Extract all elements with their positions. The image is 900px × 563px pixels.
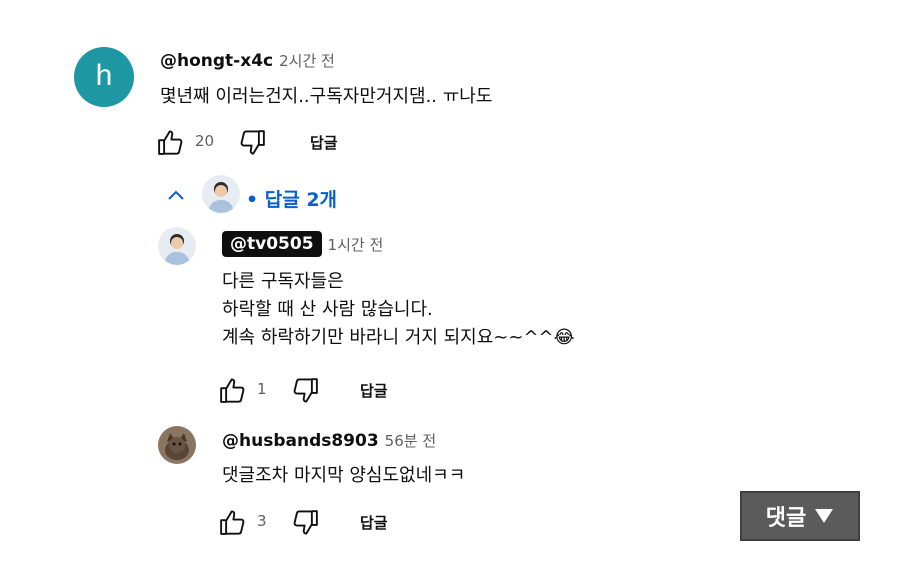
reply-header: @tv0505 1시간 전 [222, 231, 383, 257]
person-avatar-icon [202, 175, 240, 213]
reply-time[interactable]: 1시간 전 [328, 234, 384, 255]
reply-header: @husbands8903 56분 전 [222, 430, 436, 451]
avatar[interactable] [158, 227, 196, 265]
reply-text-block: 다른 구독자들은 하락할 때 산 사람 많습니다. 계속 하락하기만 바라니 거… [222, 268, 575, 352]
reply-button[interactable]: 답글 [310, 132, 338, 153]
avatar[interactable] [158, 426, 196, 464]
reply-text: 다른 구독자들은 하락할 때 산 사람 많습니다. 계속 하락하기만 바라니 거… [222, 271, 554, 348]
reply-button[interactable]: 답글 [360, 380, 388, 401]
person-avatar-icon [158, 227, 196, 265]
like-button[interactable] [218, 375, 248, 405]
reply-author[interactable]: @tv0505 [222, 231, 322, 257]
thumbs-down-icon [293, 378, 318, 403]
thumbs-up-icon [220, 378, 245, 403]
thumbs-up-icon [158, 130, 183, 155]
comment-time[interactable]: 2시간 전 [279, 50, 335, 71]
comment-text: 몇년째 이러는건지..구독자만거지댐.. ㅠ나도 [160, 86, 493, 107]
thumbs-down-icon [293, 510, 318, 535]
like-button[interactable] [156, 127, 186, 157]
comments-button-label: 댓글 [765, 506, 807, 531]
avatar[interactable]: h [74, 47, 134, 107]
like-count: 20 [195, 132, 215, 150]
reply-time[interactable]: 56분 전 [385, 430, 436, 451]
laughing-emoji-icon: 😂 [553, 327, 575, 348]
comments-button[interactable]: 댓글 [740, 491, 860, 541]
thumbs-up-icon [220, 510, 245, 535]
dislike-button[interactable] [290, 508, 320, 538]
reply-text: 댓글조차 마지막 양심도없네ㅋㅋ [222, 465, 466, 486]
chevron-up-icon [168, 190, 184, 200]
replies-toggle[interactable] [164, 184, 188, 208]
triangle-down-icon [815, 509, 834, 523]
dislike-button[interactable] [290, 376, 320, 406]
comment-author[interactable]: @hongt-x4c [160, 51, 273, 71]
cat-avatar-icon [158, 426, 196, 464]
dislike-button[interactable] [237, 128, 267, 158]
thumbs-down-icon [240, 130, 265, 155]
reply-button[interactable]: 답글 [360, 512, 388, 533]
replies-count[interactable]: • 답글 2개 [246, 185, 337, 212]
like-count: 3 [257, 512, 267, 530]
reply-avatar-preview [202, 175, 240, 213]
like-button[interactable] [218, 507, 248, 537]
like-count: 1 [257, 380, 267, 398]
comment-header: @hongt-x4c 2시간 전 [160, 50, 335, 71]
reply-author[interactable]: @husbands8903 [222, 431, 379, 451]
